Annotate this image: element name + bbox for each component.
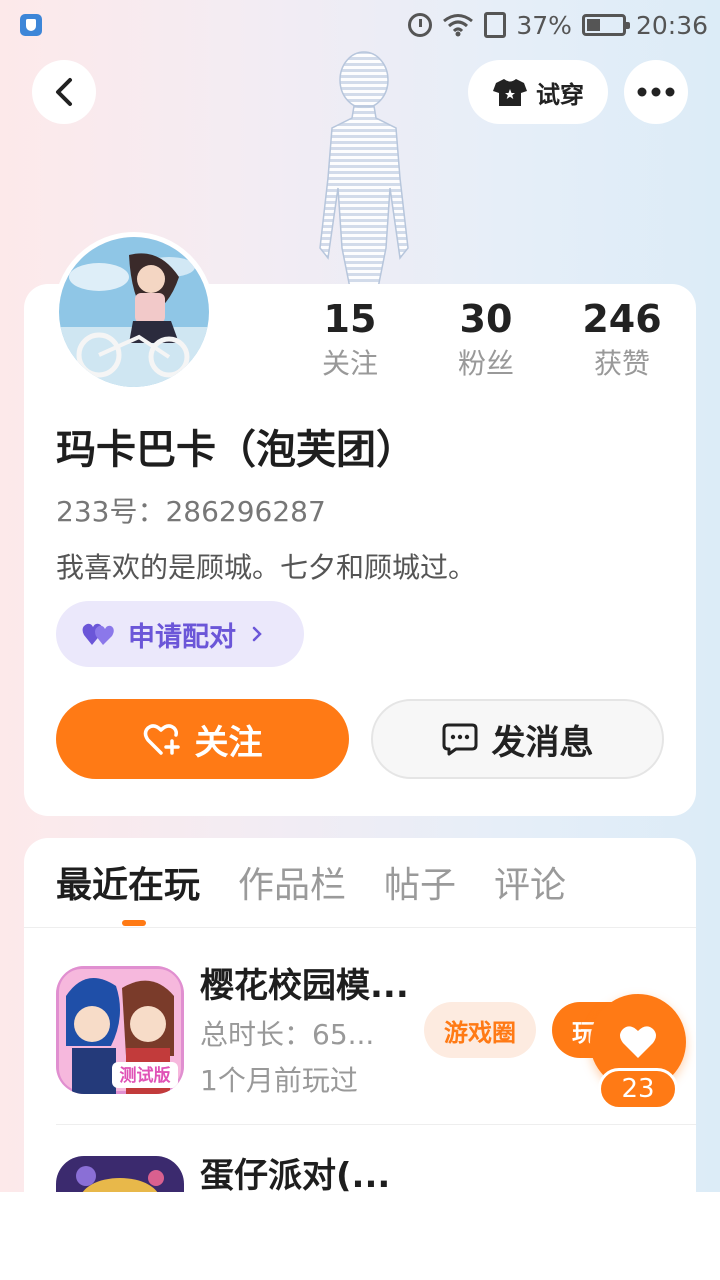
stat-value: 15: [323, 297, 377, 341]
chevron-right-icon: [252, 626, 262, 642]
try-on-button[interactable]: 试穿: [468, 60, 608, 124]
battery-level: [586, 19, 600, 31]
send-message-button[interactable]: 发消息: [371, 699, 664, 779]
status-time: 20:36: [635, 10, 708, 40]
game-duration: 总时长：65...: [200, 1018, 375, 1051]
user-avatar[interactable]: [54, 232, 214, 392]
heart-icon: [620, 1026, 656, 1058]
chevron-left-icon: [56, 78, 72, 106]
user-id: 233号：286296287: [56, 495, 326, 528]
more-dots-icon: [637, 87, 675, 97]
sim-card-icon: [484, 12, 507, 38]
game-icon: 测试版: [56, 966, 184, 1094]
follow-label: 关注: [194, 722, 263, 763]
game-list-item[interactable]: 蛋仔派对(...: [56, 1156, 696, 1192]
apply-match-label: 申请配对: [128, 621, 236, 653]
shirt-icon: [493, 79, 527, 106]
apply-match-button[interactable]: 申请配对: [56, 601, 304, 667]
game-cover-image: [56, 1156, 184, 1192]
stat-followers[interactable]: 30 粉丝: [418, 294, 554, 384]
follow-button[interactable]: 关注: [56, 699, 349, 779]
like-count-badge: 23: [598, 1068, 678, 1110]
battery-icon: [581, 14, 630, 36]
avatar-image: [59, 237, 209, 387]
status-right-group: 37% 20:36: [408, 8, 708, 42]
back-button[interactable]: [32, 60, 96, 124]
game-cover-image: 测试版: [56, 966, 184, 1094]
chat-bubble-icon: [442, 723, 477, 756]
send-message-label: 发消息: [491, 722, 594, 763]
stat-value: 246: [582, 297, 662, 341]
tab-comments[interactable]: 评论: [494, 858, 566, 914]
status-bar: 37% 20:36: [0, 0, 720, 50]
game-title: 樱花校园模...: [200, 966, 409, 1006]
game-icon: [56, 1156, 184, 1192]
game-circle-button[interactable]: 游戏圈: [424, 1002, 536, 1058]
heart-plus-icon: [143, 724, 180, 755]
stat-label: 粉丝: [457, 347, 514, 380]
stat-following[interactable]: 15 关注: [282, 294, 418, 384]
game-last-played: 1个月前玩过: [200, 1064, 358, 1097]
user-nickname: 玛卡巴卡（泡芙团）: [56, 427, 416, 473]
stat-likes[interactable]: 246 获赞: [554, 294, 690, 384]
stat-label: 关注: [321, 347, 378, 380]
more-button[interactable]: [624, 60, 688, 124]
wifi-icon: [443, 14, 474, 37]
hearts-icon: [82, 623, 114, 645]
svg-text:测试版: 测试版: [120, 1065, 171, 1086]
tab-works[interactable]: 作品栏: [238, 858, 346, 914]
user-bio: 我喜欢的是顾城。七夕和顾城过。: [56, 551, 477, 584]
profile-stats: 15 关注 30 粉丝 246 获赞: [282, 294, 690, 384]
stat-label: 获赞: [593, 347, 650, 380]
battery-percent: 37%: [516, 10, 572, 40]
alarm-icon: [408, 13, 433, 37]
try-on-label: 试穿: [536, 80, 584, 109]
profile-tabs: 最近在玩 作品栏 帖子 评论: [56, 858, 566, 914]
tab-posts[interactable]: 帖子: [384, 858, 456, 914]
tab-divider: [24, 927, 696, 928]
app-shield-icon: [20, 14, 42, 36]
avatar-figure[interactable]: [296, 48, 426, 289]
tab-recently-played[interactable]: 最近在玩: [56, 858, 200, 914]
stat-value: 30: [459, 297, 513, 341]
active-tab-indicator: [122, 920, 146, 926]
figure-silhouette-icon: [319, 51, 409, 289]
row-divider: [56, 1124, 696, 1125]
game-title: 蛋仔派对(...: [200, 1156, 391, 1192]
